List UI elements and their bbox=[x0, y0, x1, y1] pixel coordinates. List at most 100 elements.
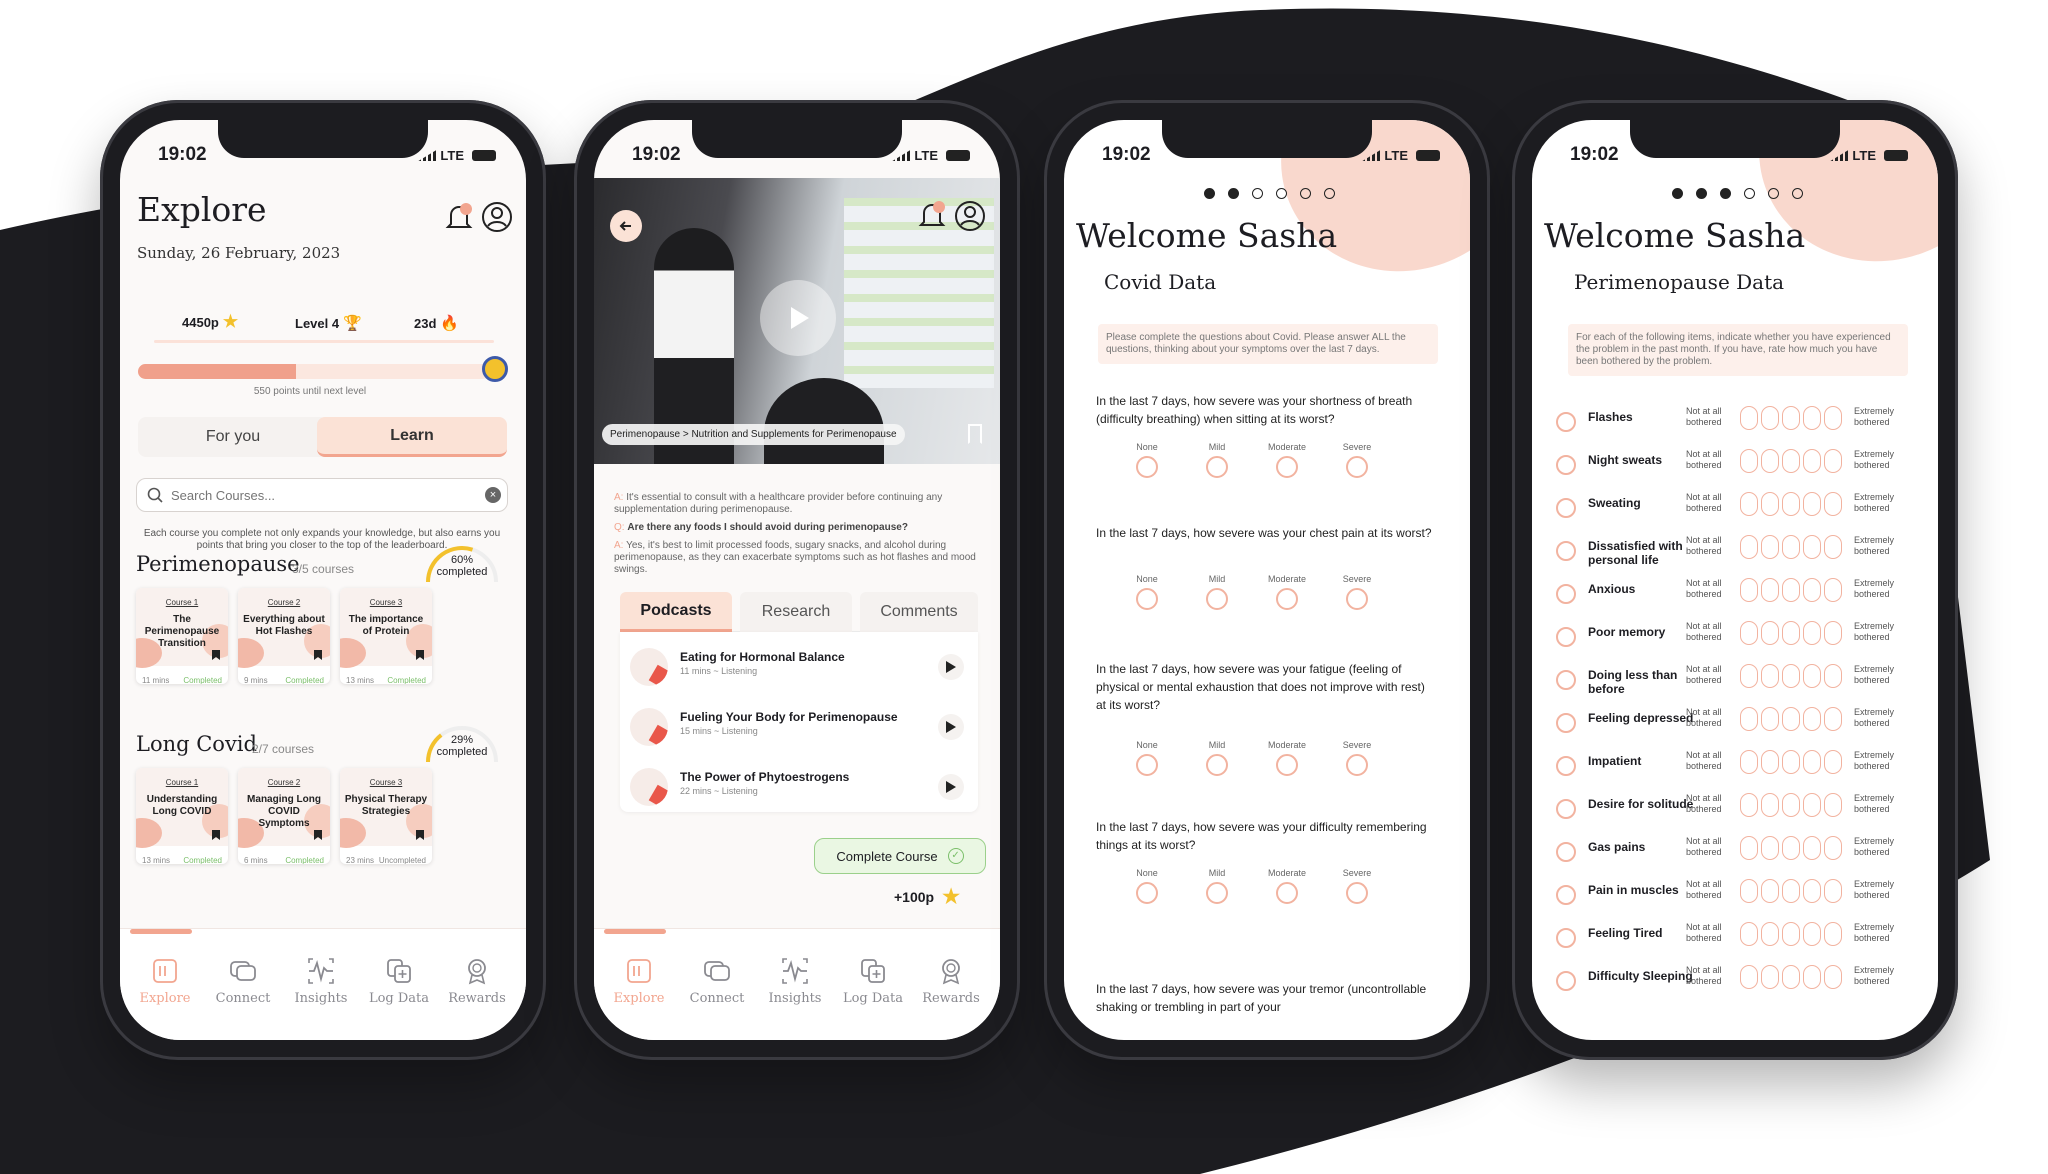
severity-option[interactable] bbox=[1824, 750, 1842, 774]
severity-option[interactable] bbox=[1824, 793, 1842, 817]
course-card[interactable]: Course 1 The Perimenopause Transition 11… bbox=[136, 588, 228, 684]
video-player[interactable]: Perimenopause > Nutrition and Supplement… bbox=[594, 178, 1000, 464]
tab-log-data[interactable]: Log Data bbox=[836, 957, 910, 1006]
severity-option[interactable] bbox=[1740, 664, 1758, 688]
severity-option[interactable] bbox=[1824, 492, 1842, 516]
severity-option[interactable] bbox=[1782, 535, 1800, 559]
severity-option[interactable] bbox=[1803, 965, 1821, 989]
play-button[interactable] bbox=[938, 774, 964, 800]
severity-option[interactable] bbox=[1803, 879, 1821, 903]
severity-option[interactable] bbox=[1782, 707, 1800, 731]
severity-option[interactable] bbox=[1803, 707, 1821, 731]
play-button[interactable] bbox=[938, 654, 964, 680]
symptom-toggle[interactable] bbox=[1556, 713, 1576, 733]
severity-option[interactable] bbox=[1761, 793, 1779, 817]
severity-option[interactable] bbox=[1761, 449, 1779, 473]
severity-option[interactable] bbox=[1761, 406, 1779, 430]
severity-option[interactable] bbox=[1824, 879, 1842, 903]
podcast-item[interactable]: Eating for Hormonal Balance 11 mins ~ Li… bbox=[620, 642, 978, 692]
severity-option[interactable] bbox=[1761, 879, 1779, 903]
severity-option[interactable] bbox=[1803, 664, 1821, 688]
radio-severe[interactable] bbox=[1346, 754, 1368, 776]
tab-comments[interactable]: Comments bbox=[860, 592, 978, 632]
severity-option[interactable] bbox=[1761, 621, 1779, 645]
course-card[interactable]: Course 2 Managing Long COVID Symptoms 6 … bbox=[238, 768, 330, 864]
severity-option[interactable] bbox=[1761, 492, 1779, 516]
severity-option[interactable] bbox=[1803, 535, 1821, 559]
play-button[interactable] bbox=[938, 714, 964, 740]
symptom-toggle[interactable] bbox=[1556, 498, 1576, 518]
course-card[interactable]: Course 2 Everything about Hot Flashes 9 … bbox=[238, 588, 330, 684]
tab-explore[interactable]: Explore bbox=[128, 957, 202, 1006]
radio-moderate[interactable] bbox=[1276, 754, 1298, 776]
radio-none[interactable] bbox=[1136, 588, 1158, 610]
severity-option[interactable] bbox=[1740, 879, 1758, 903]
radio-moderate[interactable] bbox=[1276, 456, 1298, 478]
symptom-toggle[interactable] bbox=[1556, 584, 1576, 604]
tab-insights[interactable]: Insights bbox=[758, 957, 832, 1006]
severity-option[interactable] bbox=[1803, 621, 1821, 645]
severity-option[interactable] bbox=[1761, 578, 1779, 602]
severity-option[interactable] bbox=[1803, 492, 1821, 516]
search-box[interactable]: × bbox=[136, 478, 508, 512]
severity-option[interactable] bbox=[1824, 621, 1842, 645]
severity-option[interactable] bbox=[1803, 406, 1821, 430]
severity-option[interactable] bbox=[1782, 406, 1800, 430]
podcast-item[interactable]: The Power of Phytoestrogens 22 mins ~ Li… bbox=[620, 762, 978, 812]
severity-option[interactable] bbox=[1782, 836, 1800, 860]
severity-option[interactable] bbox=[1740, 535, 1758, 559]
severity-option[interactable] bbox=[1824, 578, 1842, 602]
radio-severe[interactable] bbox=[1346, 588, 1368, 610]
severity-option[interactable] bbox=[1740, 750, 1758, 774]
clear-icon[interactable]: × bbox=[485, 487, 501, 503]
severity-option[interactable] bbox=[1761, 535, 1779, 559]
podcast-item[interactable]: Fueling Your Body for Perimenopause 15 m… bbox=[620, 702, 978, 752]
symptom-toggle[interactable] bbox=[1556, 885, 1576, 905]
severity-option[interactable] bbox=[1740, 406, 1758, 430]
severity-option[interactable] bbox=[1824, 535, 1842, 559]
radio-severe[interactable] bbox=[1346, 456, 1368, 478]
symptom-toggle[interactable] bbox=[1556, 670, 1576, 690]
severity-option[interactable] bbox=[1803, 836, 1821, 860]
symptom-toggle[interactable] bbox=[1556, 541, 1576, 561]
tab-for-you[interactable]: For you bbox=[138, 417, 328, 457]
severity-option[interactable] bbox=[1824, 965, 1842, 989]
symptom-toggle[interactable] bbox=[1556, 627, 1576, 647]
severity-option[interactable] bbox=[1824, 922, 1842, 946]
profile-icon[interactable] bbox=[480, 200, 514, 234]
symptom-toggle[interactable] bbox=[1556, 971, 1576, 991]
course-card[interactable]: Course 3 Physical Therapy Strategies 23 … bbox=[340, 768, 432, 864]
symptom-toggle[interactable] bbox=[1556, 756, 1576, 776]
bell-icon[interactable] bbox=[918, 200, 946, 237]
severity-option[interactable] bbox=[1761, 922, 1779, 946]
tab-connect[interactable]: Connect bbox=[206, 957, 280, 1006]
bell-icon[interactable] bbox=[444, 200, 474, 236]
severity-option[interactable] bbox=[1782, 793, 1800, 817]
bookmark-icon[interactable] bbox=[968, 424, 982, 444]
radio-none[interactable] bbox=[1136, 456, 1158, 478]
severity-option[interactable] bbox=[1761, 707, 1779, 731]
severity-option[interactable] bbox=[1740, 449, 1758, 473]
severity-option[interactable] bbox=[1761, 664, 1779, 688]
severity-option[interactable] bbox=[1803, 922, 1821, 946]
severity-option[interactable] bbox=[1782, 621, 1800, 645]
symptom-toggle[interactable] bbox=[1556, 455, 1576, 475]
severity-option[interactable] bbox=[1803, 750, 1821, 774]
tab-insights[interactable]: Insights bbox=[284, 957, 358, 1006]
symptom-toggle[interactable] bbox=[1556, 799, 1576, 819]
severity-option[interactable] bbox=[1824, 836, 1842, 860]
radio-moderate[interactable] bbox=[1276, 588, 1298, 610]
radio-mild[interactable] bbox=[1206, 588, 1228, 610]
tab-log-data[interactable]: Log Data bbox=[362, 957, 436, 1006]
radio-mild[interactable] bbox=[1206, 456, 1228, 478]
complete-course-button[interactable]: Complete Course ✓ bbox=[814, 838, 986, 874]
severity-option[interactable] bbox=[1740, 578, 1758, 602]
symptom-toggle[interactable] bbox=[1556, 412, 1576, 432]
radio-severe[interactable] bbox=[1346, 882, 1368, 904]
severity-option[interactable] bbox=[1782, 965, 1800, 989]
severity-option[interactable] bbox=[1782, 492, 1800, 516]
play-button[interactable] bbox=[760, 280, 836, 356]
severity-option[interactable] bbox=[1782, 879, 1800, 903]
severity-option[interactable] bbox=[1740, 707, 1758, 731]
severity-option[interactable] bbox=[1761, 965, 1779, 989]
